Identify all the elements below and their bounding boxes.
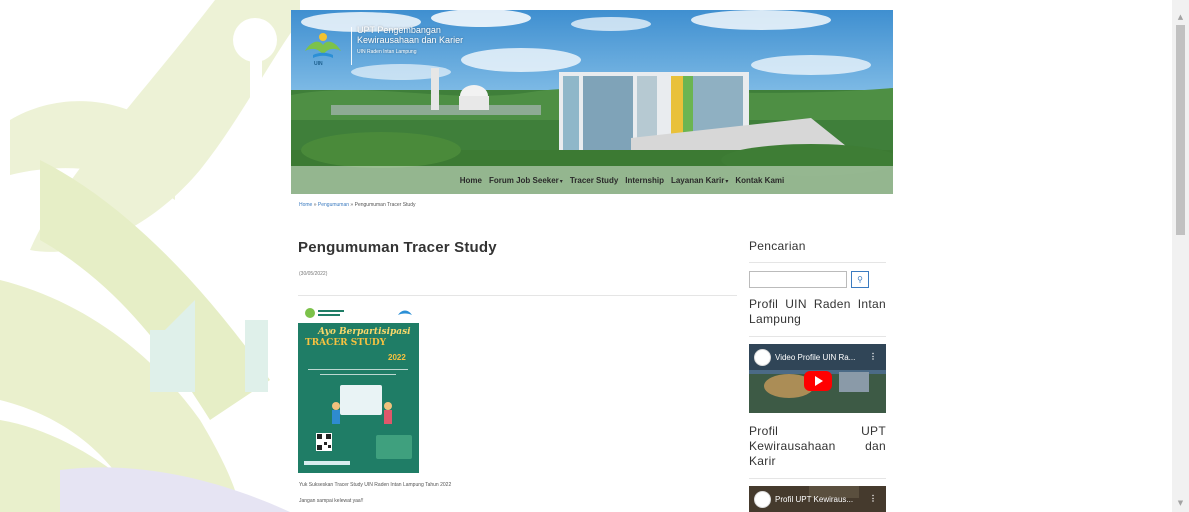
chevron-down-icon: ▾ xyxy=(559,177,563,185)
sidebar-divider xyxy=(749,336,886,337)
video-profile-upt[interactable]: Profil UPT Kewiraus... ⋮ xyxy=(749,486,886,512)
video-title: Profil UPT Kewiraus... xyxy=(775,495,854,504)
video-profile-uin[interactable]: Video Profile UIN Ra... ⋮ xyxy=(749,344,886,413)
org-name-line3: UIN Raden Intan Lampung xyxy=(357,49,417,55)
poster-header xyxy=(298,303,419,323)
scroll-down-icon[interactable]: ▼ xyxy=(1172,496,1189,510)
post-date: (30/05/2022) xyxy=(299,271,328,277)
poster-year: 2022 xyxy=(388,353,406,362)
org-name-line1: UPT Pengembangan xyxy=(357,25,441,35)
profile-upt-heading: Profil UPT Kewirausahaan dan Karir xyxy=(749,424,886,468)
play-icon[interactable] xyxy=(804,371,832,391)
nav-tracer-study[interactable]: Tracer Study xyxy=(570,176,618,185)
profile-uin-heading: Profil UIN Raden Intan Lampung xyxy=(749,297,886,326)
sidebar-divider xyxy=(749,262,886,263)
breadcrumb: Home » Pengumuman » Pengumuman Tracer St… xyxy=(299,202,415,208)
more-options-icon[interactable]: ⋮ xyxy=(869,352,877,361)
svg-text:UIN: UIN xyxy=(314,61,323,67)
poster-footer xyxy=(304,461,350,465)
nav-kontak-kami[interactable]: Kontak Kami xyxy=(735,176,784,185)
search-input[interactable] xyxy=(749,271,847,288)
org-name-line2: Kewirausahaan dan Karier xyxy=(357,35,464,45)
nav-forum-job-seeker[interactable]: Forum Job Seeker▾ xyxy=(489,176,563,185)
brand-text: UPT Pengembangan Kewirausahaan dan Karie… xyxy=(357,25,463,55)
search-icon: ⚲ xyxy=(857,275,863,284)
sidebar-divider xyxy=(749,478,886,479)
nav-layanan-karir[interactable]: Layanan Karir▾ xyxy=(671,176,728,185)
poster-text-line xyxy=(320,374,396,375)
breadcrumb-section-link[interactable]: Pengumuman xyxy=(318,202,349,208)
breadcrumb-current: Pengumuman Tracer Study xyxy=(354,202,416,208)
channel-avatar xyxy=(754,491,771,508)
nav-internship[interactable]: Internship xyxy=(625,176,664,185)
page-scrollbar[interactable]: ▲ ▼ xyxy=(1172,0,1189,512)
nav-home[interactable]: Home xyxy=(460,176,482,185)
tracer-study-poster[interactable]: Ayo Berpartisipasi TRACER STUDY 2022 xyxy=(298,303,419,473)
breadcrumb-home-link[interactable]: Home xyxy=(299,202,312,208)
search-heading: Pencarian xyxy=(749,239,806,253)
video-title: Video Profile UIN Ra... xyxy=(775,353,856,362)
channel-avatar xyxy=(754,349,771,366)
post-caption: Jangan sampai kelewat yaa!! xyxy=(299,498,364,504)
search-button[interactable]: ⚲ xyxy=(851,271,869,288)
page-title: Pengumuman Tracer Study xyxy=(298,239,497,256)
scroll-up-icon[interactable]: ▲ xyxy=(1172,10,1189,24)
more-options-icon[interactable]: ⋮ xyxy=(869,494,877,503)
brand-divider xyxy=(351,27,352,65)
poster-people-illustration xyxy=(332,402,392,424)
header-banner: UIN UPT Pengembangan Kewirausahaan dan K… xyxy=(291,10,893,194)
chevron-down-icon: ▾ xyxy=(725,177,729,185)
poster-headline: Ayo Berpartisipasi xyxy=(318,327,411,337)
site-brand[interactable]: UIN UPT Pengembangan Kewirausahaan dan K… xyxy=(299,25,463,67)
post-caption: Yuk Sukseskan Tracer Study UIN Raden Int… xyxy=(299,482,452,488)
page-container: UIN UPT Pengembangan Kewirausahaan dan K… xyxy=(291,10,893,194)
poster-info-box xyxy=(376,435,412,459)
poster-qr-code xyxy=(316,433,332,451)
upt-logo-icon: UIN xyxy=(299,25,347,67)
title-divider xyxy=(298,295,737,296)
poster-subhead: TRACER STUDY xyxy=(305,338,387,348)
poster-text-line xyxy=(308,369,408,370)
main-navbar: Home Forum Job Seeker▾ Tracer Study Inte… xyxy=(291,166,893,194)
scrollbar-thumb[interactable] xyxy=(1176,25,1185,235)
